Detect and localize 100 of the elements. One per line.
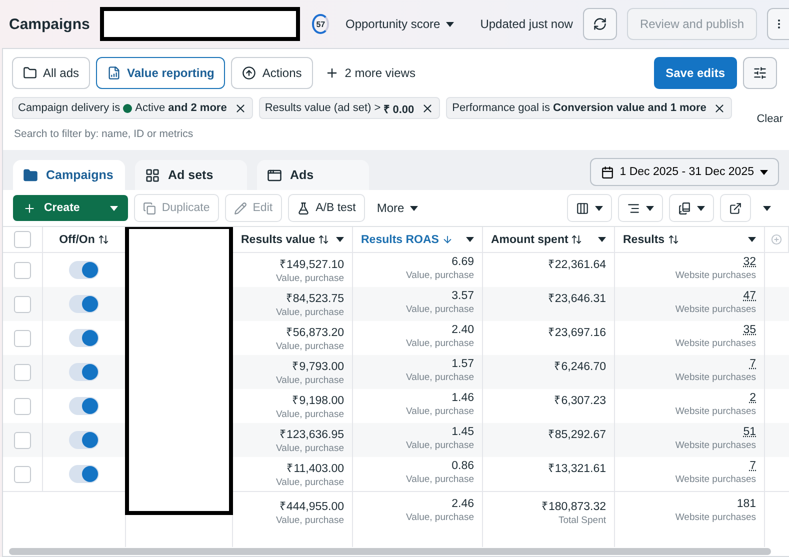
close-icon[interactable] (234, 102, 247, 114)
upload-icon (242, 66, 256, 80)
tab[interactable]: Ads (257, 160, 369, 190)
folder-icon (23, 66, 37, 80)
table-cell: 35 (743, 324, 756, 336)
cell-caption: Website purchases (675, 338, 756, 349)
toggle-switch[interactable] (69, 465, 99, 483)
tab[interactable]: Campaigns (13, 160, 125, 190)
table-cell-text: ₹149,527.10 (279, 258, 344, 271)
toggle-switch[interactable] (69, 295, 99, 313)
breakdown-button[interactable] (618, 194, 663, 222)
cell-caption: Website purchases (675, 512, 756, 523)
column-header[interactable]: Results (623, 234, 744, 246)
cell-caption: Value, purchase (406, 512, 474, 523)
column-header[interactable]: Results value (241, 234, 332, 246)
view-button[interactable]: Value reporting (96, 57, 226, 89)
toggle-switch[interactable] (69, 329, 99, 347)
table-cell-text: ₹23,646.31 (548, 292, 606, 305)
toolbar-button[interactable]: A/B test (288, 194, 365, 222)
table-cell-text: ₹85,292.67 (548, 428, 606, 441)
sort-icon (318, 234, 330, 245)
view-button[interactable]: Actions (231, 57, 313, 89)
cell-caption: Value, purchase (406, 270, 474, 281)
close-icon[interactable] (713, 102, 726, 114)
status-dot (123, 104, 132, 112)
caret-icon (410, 206, 418, 210)
columns-button[interactable] (567, 194, 612, 222)
caret-icon (336, 237, 344, 242)
filter-chip[interactable]: Performance goal is Conversion value and 1 more (446, 97, 732, 119)
window-icon (267, 168, 282, 182)
filter-chip[interactable]: Campaign delivery is Active and 2 more (12, 97, 253, 119)
row-checkbox[interactable] (14, 262, 31, 278)
table-cell-text: ₹13,321.61 (548, 462, 606, 475)
column-header[interactable]: Off/On (59, 234, 109, 246)
sliders-icon (753, 66, 767, 80)
page-title: Campaigns (9, 16, 90, 32)
cell-caption: Website purchases (675, 474, 756, 485)
row-checkbox[interactable] (14, 296, 31, 312)
refresh-button[interactable] (582, 8, 617, 40)
calendar-icon (600, 166, 614, 178)
caret-icon (595, 206, 603, 210)
close-icon[interactable] (421, 102, 434, 114)
report-icon (107, 66, 122, 80)
scrollbar[interactable] (9, 548, 771, 555)
filter-label: Campaign delivery is (18, 102, 120, 114)
caret-icon (763, 206, 771, 210)
table-cell-text: ₹22,361.64 (548, 258, 606, 271)
caret-icon (646, 206, 654, 210)
date-range-button[interactable]: 1 Dec 2025 - 31 Dec 2025 (590, 158, 779, 186)
cell-caption: Value, purchase (276, 409, 344, 420)
caret-icon (110, 206, 118, 210)
cell-caption: Website purchases (675, 440, 756, 451)
cell-caption: Total Spent (558, 515, 606, 526)
filter-chip[interactable]: Results value (ad set) > ₹ 0.00 (258, 97, 440, 119)
plus-icon (23, 202, 36, 214)
cell-caption: Value, purchase (276, 375, 344, 386)
opportunity-score-dropdown[interactable]: Opportunity score (339, 8, 460, 40)
export-button[interactable] (720, 194, 751, 222)
row-checkbox[interactable] (14, 364, 31, 380)
toggle-switch[interactable] (69, 363, 99, 381)
table-cell: 47 (743, 290, 756, 302)
save-button[interactable]: Save edits (654, 57, 737, 89)
total-cell: 181 (736, 498, 756, 510)
row-checkbox[interactable] (14, 398, 31, 414)
cell-caption: Website purchases (675, 270, 756, 281)
create-button[interactable]: Create (13, 195, 128, 221)
table-cell: 51 (743, 426, 756, 438)
toggle-switch[interactable] (69, 397, 99, 415)
more-dropdown[interactable]: More (370, 192, 424, 224)
select-all-checkbox[interactable] (14, 231, 31, 248)
book-icon (678, 202, 691, 214)
clear-button[interactable]: Clear (756, 113, 783, 125)
column-header[interactable]: Amount spent (491, 234, 594, 246)
table-cell-text: ₹84,523.75 (286, 292, 344, 305)
table-cell-text: ₹9,793.00 (292, 360, 344, 373)
filter-label: Performance goal is (452, 102, 550, 114)
column-header[interactable]: Results ROAS (361, 234, 462, 246)
sort-icon (571, 234, 582, 245)
sort-icon (668, 234, 679, 245)
table-cell: 1.45 (452, 426, 474, 438)
toggle-switch[interactable] (69, 431, 99, 449)
lines-icon (627, 202, 640, 214)
row-checkbox[interactable] (14, 432, 31, 448)
folder-icon (23, 168, 38, 182)
toggle-switch[interactable] (69, 261, 99, 279)
tab[interactable]: Ad sets (135, 160, 247, 190)
row-checkbox[interactable] (14, 330, 31, 346)
filter-value: Active and 2 more (135, 102, 227, 114)
row-checkbox[interactable] (14, 466, 31, 482)
table-cell-text: ₹56,873.20 (286, 326, 344, 339)
table-cell: 0.86 (452, 460, 474, 472)
settings-button[interactable] (743, 57, 777, 89)
filter-label: Results value (ad set) > (264, 102, 381, 114)
cell-caption: Value, purchase (276, 443, 344, 454)
table-cell: 1.57 (452, 358, 474, 370)
more-views-button[interactable]: 2 more views (318, 57, 422, 89)
sort-icon (98, 234, 109, 245)
view-button[interactable]: All ads (12, 57, 90, 89)
reports-button[interactable] (669, 194, 714, 222)
table-cell: 32 (743, 256, 756, 268)
